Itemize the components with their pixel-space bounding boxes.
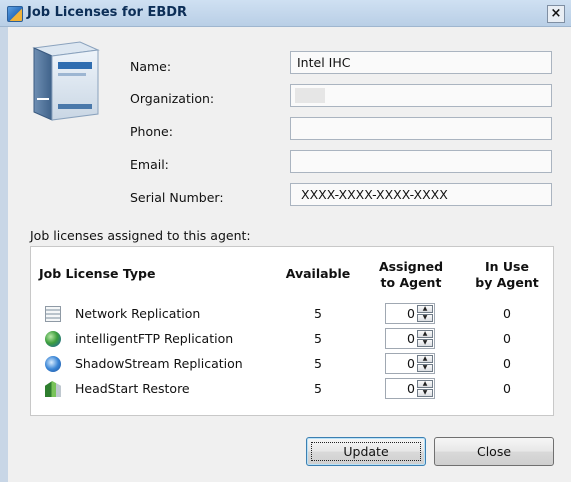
assigned-value: 0 xyxy=(407,356,415,371)
name-label: Name: xyxy=(130,59,172,74)
row-in-use: 0 xyxy=(503,306,511,321)
stepper-down-button[interactable]: ▼ xyxy=(417,389,433,397)
stepper-down-button[interactable]: ▼ xyxy=(417,314,433,322)
assigned-value: 0 xyxy=(407,381,415,396)
intelligentftp-globe-icon xyxy=(45,331,61,347)
close-button[interactable]: Close xyxy=(434,437,554,466)
product-box-icon xyxy=(32,41,100,121)
row-license-name: ShadowStream Replication xyxy=(75,356,243,371)
stepper-buttons: ▲ ▼ xyxy=(417,330,433,347)
stepper-up-button[interactable]: ▲ xyxy=(417,355,433,363)
serial-number-field[interactable]: XXXX-XXXX-XXXX-XXXX xyxy=(290,183,552,206)
app-icon xyxy=(7,6,23,22)
assigned-stepper[interactable]: 0 ▲ ▼ xyxy=(385,328,435,349)
stepper-up-button[interactable]: ▲ xyxy=(417,305,433,313)
headstart-restore-icon xyxy=(45,381,61,397)
stepper-up-button[interactable]: ▲ xyxy=(417,330,433,338)
row-available: 5 xyxy=(314,306,322,321)
header-job-license-type: Job License Type xyxy=(39,266,156,281)
header-available: Available xyxy=(285,266,351,281)
organization-label: Organization: xyxy=(130,91,215,106)
phone-label: Phone: xyxy=(130,124,173,139)
header-assigned-line1: Assigned xyxy=(378,259,444,274)
organization-value xyxy=(295,88,325,103)
name-field[interactable]: Intel IHC xyxy=(290,51,552,74)
phone-field[interactable] xyxy=(290,117,552,140)
stepper-buttons: ▲ ▼ xyxy=(417,380,433,397)
stepper-down-button[interactable]: ▼ xyxy=(417,339,433,347)
job-licenses-dialog: Job Licenses for EBDR × Name: Intel IHC … xyxy=(0,0,571,482)
licenses-table: Job License Type Available Assigned to A… xyxy=(30,246,554,416)
stepper-buttons: ▲ ▼ xyxy=(417,355,433,372)
row-in-use: 0 xyxy=(503,356,511,371)
window-title: Job Licenses for EBDR xyxy=(27,5,188,20)
shadowstream-globe-icon xyxy=(45,356,61,372)
assigned-stepper[interactable]: 0 ▲ ▼ xyxy=(385,353,435,374)
stepper-down-button[interactable]: ▼ xyxy=(417,364,433,372)
row-available: 5 xyxy=(314,331,322,346)
header-inuse-line2: by Agent xyxy=(475,275,539,290)
header-in-use: In Use by Agent xyxy=(467,259,547,291)
assigned-value: 0 xyxy=(407,331,415,346)
assigned-stepper[interactable]: 0 ▲ ▼ xyxy=(385,303,435,324)
close-button-label: Close xyxy=(476,444,512,459)
close-window-button[interactable]: × xyxy=(547,5,565,23)
email-field[interactable] xyxy=(290,150,552,173)
network-replication-icon xyxy=(45,306,61,322)
row-license-name: HeadStart Restore xyxy=(75,381,190,396)
licenses-caption: Job licenses assigned to this agent: xyxy=(30,228,251,243)
row-license-name: intelligentFTP Replication xyxy=(75,331,234,346)
header-inuse-line1: In Use xyxy=(485,259,529,274)
organization-field[interactable] xyxy=(290,84,552,107)
serial-number-label: Serial Number: xyxy=(130,190,224,205)
stepper-up-button[interactable]: ▲ xyxy=(417,380,433,388)
header-assigned: Assigned to Agent xyxy=(371,259,451,291)
focus-rectangle xyxy=(311,442,421,461)
row-license-name: Network Replication xyxy=(75,306,201,321)
update-button[interactable]: Update xyxy=(306,437,426,466)
row-in-use: 0 xyxy=(503,331,511,346)
row-in-use: 0 xyxy=(503,381,511,396)
title-bar: Job Licenses for EBDR × xyxy=(0,0,571,27)
header-assigned-line2: to Agent xyxy=(380,275,442,290)
row-available: 5 xyxy=(314,356,322,371)
email-label: Email: xyxy=(130,157,169,172)
assigned-value: 0 xyxy=(407,306,415,321)
row-available: 5 xyxy=(314,381,322,396)
assigned-stepper[interactable]: 0 ▲ ▼ xyxy=(385,378,435,399)
stepper-buttons: ▲ ▼ xyxy=(417,305,433,322)
